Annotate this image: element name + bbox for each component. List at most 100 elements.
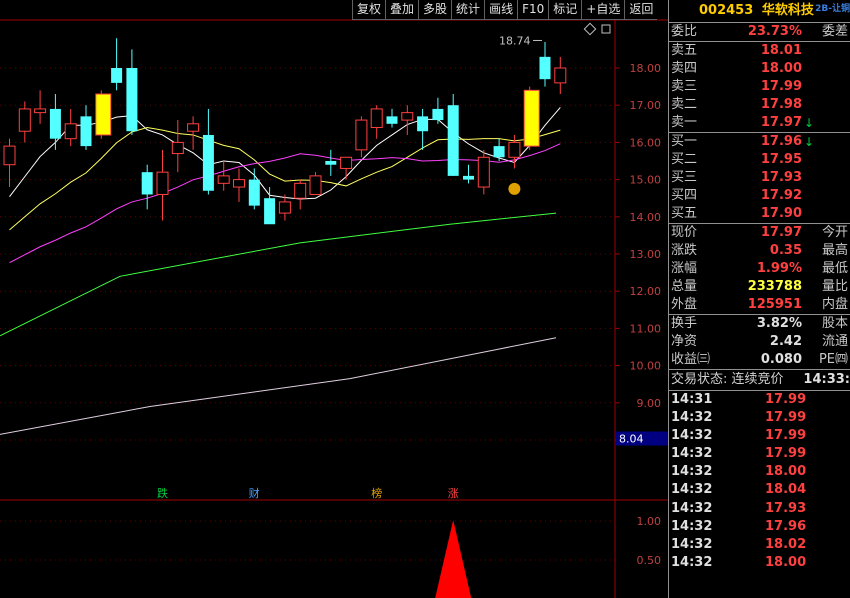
candle-down <box>447 105 459 176</box>
tick-price: 17.99 <box>765 446 807 462</box>
status-label: 交易状态: 连续竞价 <box>671 372 784 387</box>
stat-label: 现价 <box>671 225 698 240</box>
price-tick-label: 10.00 <box>630 360 662 373</box>
ask-row: 卖五 18.01 <box>669 42 850 60</box>
candle-up <box>278 201 291 214</box>
ask-label: 卖一 <box>671 115 698 130</box>
ask-row: 卖四 18.00 <box>669 60 850 78</box>
candle-up <box>355 119 368 151</box>
ask-value: 17.97 <box>760 115 802 130</box>
bid-row: 买五 17.90 <box>669 205 850 223</box>
candle-down <box>126 68 138 132</box>
weibi-label: 委比 <box>671 24 698 39</box>
tick-time: 14:32 <box>671 536 713 552</box>
ask-book: 卖五 18.01 卖四 18.00 卖三 17.99 卖二 17.98 卖一 17.97 ↓ <box>669 41 850 132</box>
indicator-tick-label: 0.50 <box>637 554 662 567</box>
ma120-line <box>0 337 557 435</box>
bid-book: 买一 17.96 ↓ 买二 17.95 买三 17.93 买四 17.92 买五 17.90 <box>669 132 850 223</box>
event-marker: 涨 <box>448 487 459 500</box>
tick-time: 14:32 <box>671 410 713 426</box>
price-tick-label: 17.00 <box>630 99 662 112</box>
candle-down <box>248 179 260 206</box>
indicator-tick-label: 1.00 <box>637 515 662 528</box>
ask-label: 卖四 <box>671 61 698 76</box>
candle-up <box>34 108 47 114</box>
stat-label: 收益㈢ <box>671 352 711 367</box>
tick-price: 17.96 <box>765 518 807 534</box>
candle-down <box>539 56 551 80</box>
tick-row: 14:32 18.04 <box>669 481 850 499</box>
stat-row: 净资 2.42 流通 <box>669 333 850 351</box>
stat-value: 125951 <box>747 297 802 312</box>
tick-row: 14:32 18.00 <box>669 554 850 572</box>
price-tick-label: 9.00 <box>637 397 662 410</box>
toolbar-button-1[interactable]: 叠加 <box>385 0 419 20</box>
bid-label: 买一 <box>671 134 698 149</box>
toolbar-button-3[interactable]: 统计 <box>451 0 485 20</box>
stat-label2: 股本 <box>821 316 848 331</box>
tick-price: 17.99 <box>765 392 807 407</box>
tick-row: 14:32 17.96 <box>669 518 850 536</box>
tick-time: 14:32 <box>671 464 713 480</box>
tick-price: 17.93 <box>765 500 807 516</box>
stat-row: 换手 3.82% 股本 <box>669 315 850 333</box>
weibi-row: 委比 23.73% 委差 <box>669 22 850 41</box>
toolbar-button-0[interactable]: 复权 <box>352 0 386 20</box>
candle-up <box>233 179 245 188</box>
close-icon <box>601 24 611 34</box>
stat-value: 0.35 <box>769 243 802 258</box>
board-tag: 2B-让铜 <box>815 4 850 14</box>
toolbar-button-8[interactable]: 返回 <box>624 0 658 20</box>
bid-row: 买三 17.93 <box>669 169 850 187</box>
tick-price: 18.02 <box>765 536 807 552</box>
stat-label: 涨跌 <box>671 243 698 258</box>
event-marker: 榜 <box>371 486 382 500</box>
bid-value: 17.92 <box>760 188 802 203</box>
candle-down <box>417 116 429 132</box>
ma60-line <box>0 212 557 337</box>
tick-time: 14:32 <box>671 446 713 462</box>
ask-value: 18.01 <box>760 43 802 58</box>
candle-up <box>401 112 414 121</box>
price-tick-label: 12.00 <box>630 285 662 298</box>
ma5-line <box>9 107 561 200</box>
candle-up <box>340 156 353 169</box>
candle-up <box>477 156 490 188</box>
stat-label2: 最低 <box>821 261 848 276</box>
ask-value: 18.00 <box>760 61 802 76</box>
candle-up <box>309 175 322 195</box>
tick-row: 14:32 18.02 <box>669 536 850 554</box>
tick-time: 14:32 <box>671 500 713 516</box>
price-tick-label: 14.00 <box>630 211 662 224</box>
down-arrow-icon: ↓ <box>803 116 814 130</box>
tick-row: 14:31 17.99 <box>669 391 850 409</box>
stock-code: 002453 <box>699 3 754 18</box>
bid-label: 买三 <box>671 170 698 185</box>
toolbar-button-5[interactable]: F10 <box>517 0 549 20</box>
tick-list[interactable]: 14:31 17.99 14:32 17.99 14:32 17.99 14:32 17.99… <box>669 391 850 572</box>
candle-down <box>49 108 61 139</box>
tick-price: 18.00 <box>765 464 807 480</box>
toolbar-button-6[interactable]: 标记 <box>548 0 582 20</box>
kline-chart[interactable]: 18.00 17.00 16.00 15.00 14.00 13.00 12.00 11.00… <box>0 0 668 598</box>
candle-down <box>463 175 474 180</box>
tick-time: 14:32 <box>671 428 713 444</box>
candle-down <box>202 134 214 191</box>
high-price-annotation: 18.74 <box>499 34 531 47</box>
current-price-label: 8.04 <box>619 433 644 446</box>
candle-down <box>264 198 276 225</box>
bid-row: 买一 17.96 ↓ <box>669 133 850 151</box>
candle-up <box>217 175 230 184</box>
diamond-icon <box>583 22 597 36</box>
candle-down <box>111 68 123 83</box>
stat-value: 3.82% <box>756 316 802 331</box>
tick-row: 14:32 17.99 <box>669 427 850 445</box>
stat-label2: 流通 <box>821 334 848 349</box>
tick-price: 18.04 <box>765 482 807 498</box>
bid-value: 17.95 <box>760 152 802 167</box>
ask-value: 17.98 <box>760 97 802 112</box>
toolbar-button-7[interactable]: +自选 <box>581 0 625 20</box>
tick-row: 14:32 17.99 <box>669 445 850 463</box>
toolbar-button-2[interactable]: 多股 <box>418 0 452 20</box>
toolbar-button-4[interactable]: 画线 <box>484 0 518 20</box>
